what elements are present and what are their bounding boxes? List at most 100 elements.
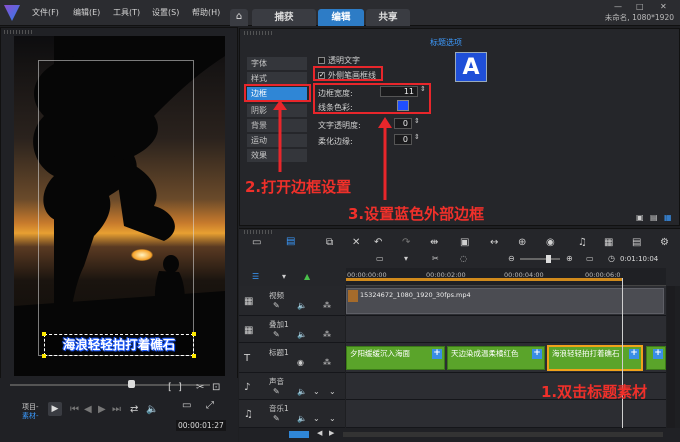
fit-project-icon[interactable]: ▭	[586, 254, 594, 263]
mute-icon[interactable]: 🔈	[297, 414, 307, 423]
style-preview-thumb[interactable]: A	[455, 52, 487, 82]
copy-icon[interactable]: ⧉	[326, 237, 333, 248]
magic-icon[interactable]: ✂	[432, 254, 439, 263]
close-icon[interactable]: ✕	[660, 2, 667, 11]
mute-icon[interactable]: 🔈	[297, 330, 307, 339]
clock-icon[interactable]: ◷	[608, 254, 615, 263]
playhead[interactable]	[622, 278, 623, 428]
menu-edit[interactable]: 编辑(E)	[73, 7, 100, 18]
tab-capture[interactable]: 捕获	[252, 9, 316, 26]
resize-handle[interactable]	[192, 354, 196, 358]
menu-file[interactable]: 文件(F)	[32, 7, 59, 18]
mute-icon[interactable]: 🔈	[297, 387, 307, 396]
menu-settings[interactable]: 设置(S)	[152, 7, 179, 18]
chapter-icon[interactable]: ▭	[376, 254, 384, 263]
options-tab-font[interactable]: 字体	[247, 57, 307, 70]
stepper-icon[interactable]: ⇕	[414, 117, 420, 125]
tools-icon[interactable]: ✕	[352, 237, 360, 248]
add-icon[interactable]: +	[532, 349, 542, 359]
expand-icon[interactable]: ⌄	[329, 414, 336, 423]
panel-option-icon[interactable]: ▦	[664, 213, 672, 222]
storyboard-view-icon[interactable]: ▭	[252, 237, 261, 248]
vertical-scrollbar[interactable]	[667, 286, 675, 428]
edit-track-icon[interactable]: ✎	[273, 301, 280, 310]
resize-handle[interactable]	[42, 354, 46, 358]
scroll-thumb[interactable]	[289, 431, 309, 438]
zoom-slider[interactable]	[520, 258, 560, 260]
panel-option-icon[interactable]: ▣	[636, 213, 644, 222]
snapshot-icon[interactable]: ⊡	[212, 382, 220, 393]
menu-help[interactable]: 帮助(H)	[192, 7, 220, 18]
title-clip-selected[interactable]: 海浪轻轻拍打着礁石 +	[547, 345, 643, 371]
menu-tools[interactable]: 工具(T)	[113, 7, 140, 18]
ripple-track-icon[interactable]: ⁂	[323, 358, 331, 367]
resize-handle[interactable]	[192, 332, 196, 336]
title-text-overlay[interactable]: 海浪轻轻拍打着礁石	[44, 334, 194, 356]
scrub-handle[interactable]	[128, 380, 135, 388]
trim-icon[interactable]: ⇹	[430, 237, 438, 248]
scroll-left-icon[interactable]: ◀	[317, 429, 322, 437]
tab-share[interactable]: 共享	[366, 9, 410, 26]
scroll-right-icon[interactable]: ▶	[329, 429, 334, 437]
undo-icon[interactable]: ↶	[374, 237, 382, 248]
horizontal-scrollbar[interactable]	[343, 432, 663, 437]
record-icon[interactable]: ◉	[546, 237, 555, 248]
split-icon[interactable]: ✂	[196, 382, 204, 393]
track-manager-icon[interactable]: ☰	[252, 272, 259, 281]
play-button[interactable]: ▶	[48, 402, 62, 416]
timecode-display[interactable]: 00:00:01:27	[176, 420, 226, 431]
fit-icon[interactable]: ▣	[460, 237, 469, 248]
go-start-icon[interactable]: ⏮	[70, 404, 79, 415]
edit-track-icon[interactable]: ✎	[273, 387, 280, 396]
ripple-track-icon[interactable]: ⁂	[323, 330, 331, 339]
prev-frame-icon[interactable]: ◀	[84, 404, 92, 415]
add-marker-icon[interactable]: ▲	[304, 272, 310, 281]
mute-icon[interactable]: 🔈	[297, 301, 307, 310]
visibility-icon[interactable]: ◉	[297, 358, 304, 367]
chapter-list-icon[interactable]: ▾	[282, 272, 286, 281]
zoom-slider-handle[interactable]	[546, 255, 551, 263]
expand-icon[interactable]: ⌄	[329, 387, 336, 396]
title-clip[interactable]: 天边染成温柔橘红色 +	[447, 346, 545, 370]
transparent-text-option[interactable]: 透明文字	[318, 55, 360, 66]
go-end-icon[interactable]: ⏭	[112, 404, 121, 415]
video-clip[interactable]: 15324672_1080_1920_30fps.mp4	[346, 288, 664, 314]
add-icon[interactable]: +	[432, 349, 442, 359]
add-icon[interactable]: +	[629, 349, 639, 359]
minimize-icon[interactable]: —	[614, 2, 622, 11]
edit-track-icon[interactable]: ✎	[273, 414, 280, 423]
next-frame-icon[interactable]: ▶	[98, 404, 106, 415]
maximize-icon[interactable]: □	[636, 2, 644, 11]
motion-icon[interactable]: ⊕	[518, 237, 526, 248]
audio-mixer-icon[interactable]: ♫	[578, 237, 587, 248]
tab-edit[interactable]: 编辑	[318, 9, 364, 26]
multicam-icon[interactable]: ▦	[604, 237, 613, 248]
clip-mode-label[interactable]: 素材-	[22, 411, 39, 421]
duration-display[interactable]: 0:01:10:04	[620, 255, 658, 263]
home-icon[interactable]: ⌂	[230, 9, 248, 26]
volume-icon[interactable]: 🔈	[146, 404, 158, 415]
smart-proxy-icon[interactable]: ◌	[460, 254, 467, 263]
work-area-bar[interactable]	[346, 278, 622, 281]
marker-icon[interactable]: ▾	[404, 254, 408, 263]
expand-icon[interactable]: ⌄	[313, 414, 320, 423]
stepper-icon[interactable]: ⇕	[414, 133, 420, 141]
title-clip[interactable]: +	[646, 346, 666, 370]
mark-out-icon[interactable]: ]	[178, 382, 182, 393]
mark-in-icon[interactable]: [	[168, 382, 172, 393]
add-icon[interactable]: +	[653, 349, 663, 359]
settings-icon[interactable]: ⚙	[660, 237, 669, 248]
zoom-out-icon[interactable]: ⊖	[508, 254, 515, 263]
subtitle-icon[interactable]: ▤	[632, 237, 641, 248]
ripple-icon[interactable]: ↔	[490, 237, 498, 248]
edit-track-icon[interactable]: ✎	[273, 330, 280, 339]
repeat-icon[interactable]: ⇄	[130, 404, 138, 415]
video-preview[interactable]: 海浪轻轻拍打着礁石	[14, 36, 225, 376]
ripple-track-icon[interactable]: ⁂	[323, 301, 331, 310]
expand-icon[interactable]: ⌄	[313, 387, 320, 396]
panel-option-icon[interactable]: ▤	[650, 213, 658, 222]
zoom-in-icon[interactable]: ⊕	[566, 254, 573, 263]
resize-handle[interactable]	[42, 332, 46, 336]
title-clip[interactable]: 夕阳缓缓沉入海面 +	[346, 346, 445, 370]
aspect-icon[interactable]: ▭	[182, 400, 191, 411]
